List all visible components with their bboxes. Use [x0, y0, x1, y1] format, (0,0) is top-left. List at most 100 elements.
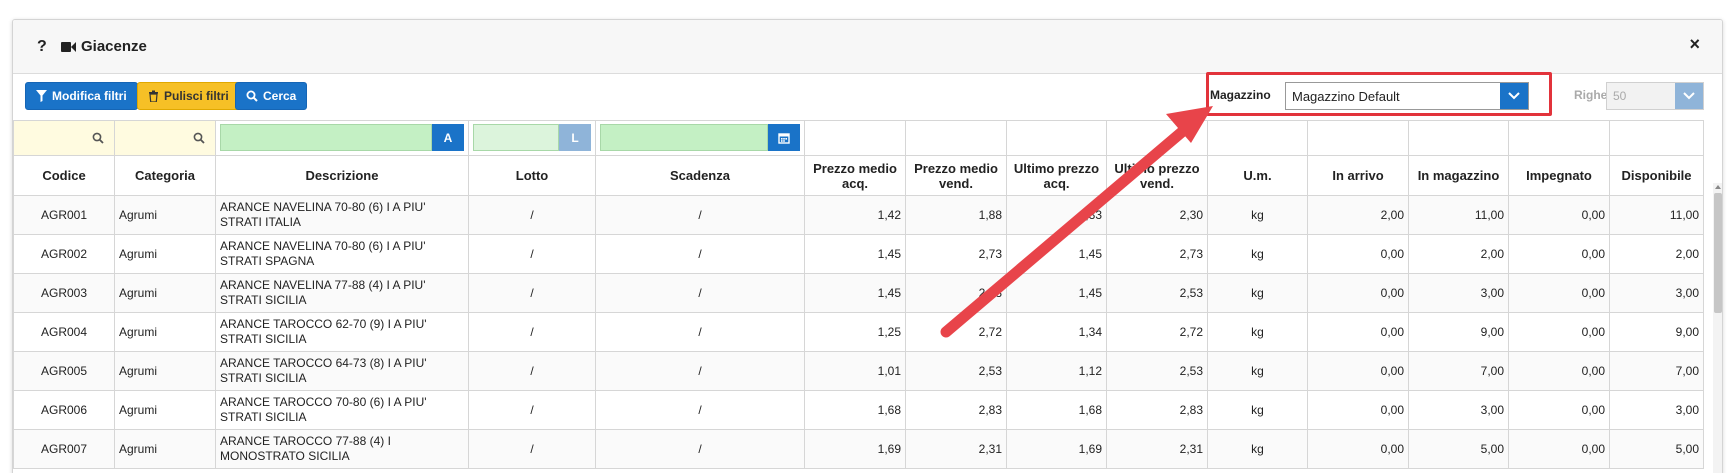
- modifica-filtri-label: Modifica filtri: [52, 89, 127, 103]
- table-cell: AGR003: [13, 273, 115, 313]
- table-cell: /: [468, 195, 596, 235]
- col-header[interactable]: Prezzo medio acq.: [804, 155, 906, 196]
- filter-scadenza-input[interactable]: [600, 124, 768, 151]
- cerca-label: Cerca: [263, 89, 297, 103]
- question-icon[interactable]: ?: [37, 38, 51, 56]
- table-row[interactable]: AGR003 Agrumi ARANCE NAVELINA 77-88 (4) I …: [13, 273, 1704, 313]
- table-cell: 9,00: [1408, 312, 1509, 352]
- col-header[interactable]: Prezzo medio vend.: [905, 155, 1007, 196]
- table-cell: 11,00: [1609, 195, 1704, 235]
- table-row[interactable]: AGR005 Agrumi ARANCE TAROCCO 64-73 (8) I A…: [13, 351, 1704, 391]
- table-cell: 2,83: [1106, 390, 1208, 430]
- filter-lotto-addon[interactable]: L: [559, 124, 591, 151]
- scrollbar-thumb[interactable]: [1714, 193, 1722, 313]
- righe-label: Righe: [1574, 88, 1608, 102]
- table-cell: 1,12: [1006, 351, 1107, 391]
- filter-descrizione-addon[interactable]: A: [432, 124, 464, 151]
- dialog-title: Giacenze: [81, 38, 147, 55]
- vertical-scrollbar[interactable]: [1713, 183, 1722, 473]
- table-cell: 1,69: [1006, 429, 1107, 469]
- filter-descrizione-cell: A: [215, 120, 469, 156]
- table-row[interactable]: AGR001 Agrumi ARANCE NAVELINA 70-80 (6) I …: [13, 195, 1704, 235]
- table-cell: 0,00: [1307, 351, 1409, 391]
- table-cell: 5,00: [1609, 429, 1704, 469]
- table-cell: Agrumi: [114, 429, 216, 469]
- table-cell: kg: [1207, 351, 1308, 391]
- table-cell: 0,00: [1508, 390, 1610, 430]
- col-header[interactable]: Ultimo prezzo acq.: [1006, 155, 1107, 196]
- table-cell: 2,00: [1609, 234, 1704, 274]
- table-cell: 0,00: [1307, 234, 1409, 274]
- col-header[interactable]: U.m.: [1207, 155, 1308, 196]
- table-cell: 0,00: [1307, 273, 1409, 313]
- table-cell: 1,68: [1006, 390, 1107, 430]
- table-cell: 2,72: [905, 312, 1007, 352]
- filter-codice[interactable]: [13, 120, 115, 156]
- table-cell: 7,00: [1609, 351, 1704, 391]
- filter-scadenza[interactable]: [600, 124, 800, 151]
- close-icon[interactable]: ×: [1689, 34, 1700, 55]
- col-header[interactable]: Disponibile: [1609, 155, 1704, 196]
- table-cell: AGR004: [13, 312, 115, 352]
- col-header[interactable]: Codice: [13, 155, 115, 196]
- table-row[interactable]: AGR006 Agrumi ARANCE TAROCCO 70-80 (6) I A…: [13, 390, 1704, 430]
- video-camera-icon[interactable]: [61, 41, 77, 53]
- filter-scadenza-cell: [595, 120, 805, 156]
- filter-descrizione[interactable]: A: [220, 124, 464, 151]
- table-cell: 0,00: [1508, 273, 1610, 313]
- filter-lotto[interactable]: L: [473, 124, 591, 151]
- search-icon[interactable]: [92, 132, 104, 147]
- pulisci-filtri-button[interactable]: Pulisci filtri: [137, 82, 240, 110]
- col-header[interactable]: Descrizione: [215, 155, 469, 196]
- trash-icon: [148, 90, 159, 102]
- filter-categoria[interactable]: [114, 120, 216, 156]
- table-cell: ARANCE TAROCCO 62-70 (9) I A PIU' STRATI…: [215, 312, 469, 352]
- calendar-icon[interactable]: [768, 124, 800, 151]
- table-cell: /: [468, 429, 596, 469]
- magazzino-select[interactable]: Magazzino Default: [1285, 82, 1529, 110]
- search-icon: [246, 90, 258, 102]
- table-cell: AGR005: [13, 351, 115, 391]
- table-cell: kg: [1207, 390, 1308, 430]
- magazzino-label: Magazzino: [1210, 88, 1271, 102]
- table-cell: 0,00: [1508, 312, 1610, 352]
- table-cell: /: [468, 273, 596, 313]
- righe-select-value: 50: [1613, 89, 1627, 103]
- table-cell: 0,00: [1307, 312, 1409, 352]
- table-cell: ARANCE NAVELINA 77-88 (4) I A PIU' STRAT…: [215, 273, 469, 313]
- scroll-up-arrow[interactable]: [1715, 185, 1721, 189]
- table-row[interactable]: AGR002 Agrumi ARANCE NAVELINA 70-80 (6) I …: [13, 234, 1704, 274]
- col-header[interactable]: Impegnato: [1508, 155, 1610, 196]
- table-cell: AGR001: [13, 195, 115, 235]
- col-header[interactable]: In magazzino: [1408, 155, 1509, 196]
- table-cell: AGR007: [13, 429, 115, 469]
- cerca-button[interactable]: Cerca: [235, 82, 308, 110]
- col-header[interactable]: Ultimo prezzo vend.: [1106, 155, 1208, 196]
- table-cell: 2,31: [1106, 429, 1208, 469]
- chevron-down-icon[interactable]: [1500, 83, 1528, 109]
- col-header[interactable]: Scadenza: [595, 155, 805, 196]
- table-row[interactable]: AGR007 Agrumi ARANCE TAROCCO 77-88 (4) I M…: [13, 429, 1704, 469]
- table-row[interactable]: AGR004 Agrumi ARANCE TAROCCO 62-70 (9) I A…: [13, 312, 1704, 352]
- table-cell: /: [595, 429, 805, 469]
- table-cell: /: [595, 195, 805, 235]
- filter-lotto-input[interactable]: [473, 124, 559, 151]
- table-cell: 3,00: [1609, 273, 1704, 313]
- table-cell: 2,53: [905, 351, 1007, 391]
- table-cell: 1,33: [1006, 195, 1107, 235]
- table-cell: 2,72: [1106, 312, 1208, 352]
- righe-select[interactable]: 50: [1606, 82, 1704, 110]
- filter-descrizione-input[interactable]: [220, 124, 432, 151]
- col-header[interactable]: Categoria: [114, 155, 216, 196]
- search-icon[interactable]: [193, 132, 205, 147]
- pulisci-filtri-label: Pulisci filtri: [164, 89, 229, 103]
- table-cell: AGR006: [13, 390, 115, 430]
- col-header[interactable]: Lotto: [468, 155, 596, 196]
- col-header[interactable]: In arrivo: [1307, 155, 1409, 196]
- table-cell: /: [468, 234, 596, 274]
- table-cell: /: [595, 234, 805, 274]
- modifica-filtri-button[interactable]: Modifica filtri: [25, 82, 138, 110]
- chevron-down-icon[interactable]: [1675, 83, 1703, 109]
- table-cell: 2,31: [905, 429, 1007, 469]
- table-cell: kg: [1207, 273, 1308, 313]
